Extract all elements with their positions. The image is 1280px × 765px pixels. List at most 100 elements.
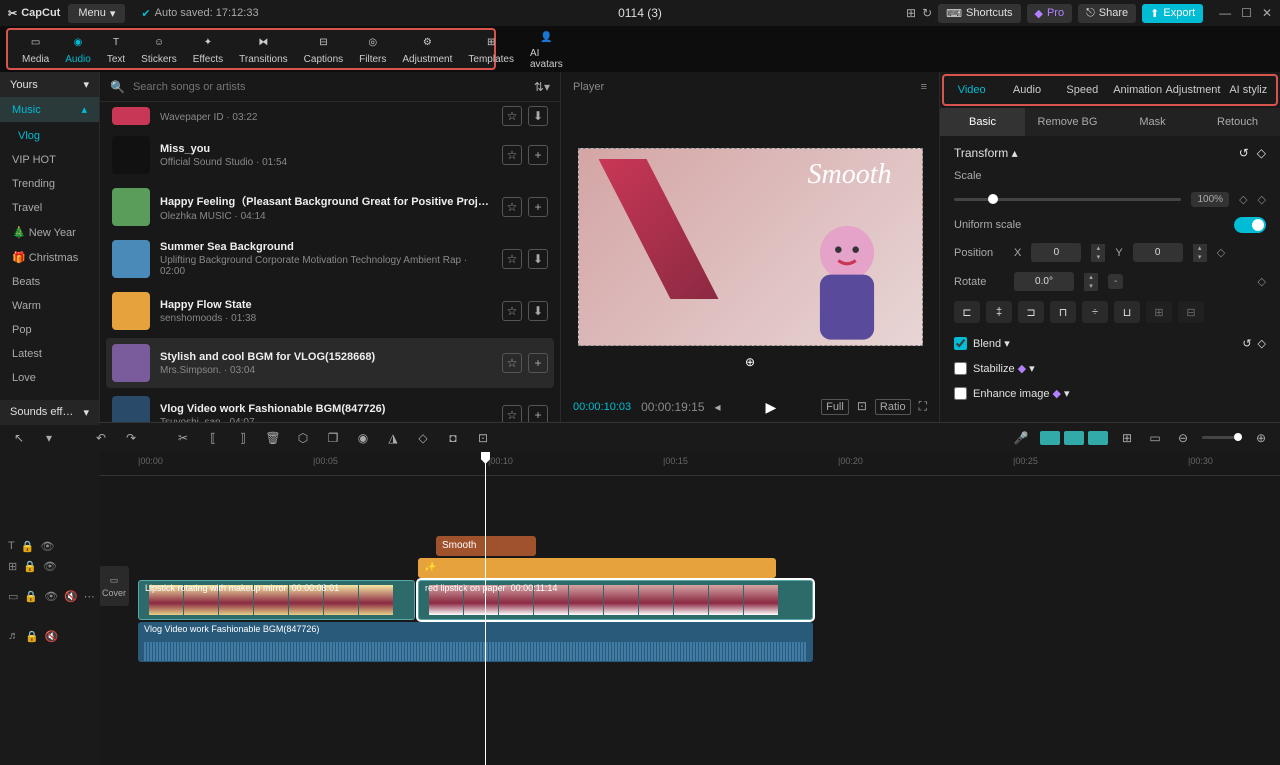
props-subtab-basic[interactable]: Basic — [940, 108, 1025, 136]
cover-button[interactable]: ▭Cover — [100, 566, 129, 606]
trim-right-tool[interactable]: ⟧ — [234, 431, 252, 445]
media-item[interactable]: Miss_youOfficial Sound Studio · 01:54 ☆+ — [106, 130, 554, 180]
position-keyframe-icon[interactable]: ◇ — [1217, 246, 1225, 259]
scale-slider[interactable] — [954, 198, 1181, 201]
align-top-button[interactable]: ⊓ — [1050, 301, 1076, 323]
video-clip-2[interactable]: red lipstick on paper 00:00:11:14 — [418, 580, 813, 620]
yours-header[interactable]: Yours▾ — [0, 72, 99, 97]
category-warm[interactable]: Warm — [0, 294, 99, 318]
enhance-label[interactable]: Enhance image ◆ ▾ — [973, 387, 1070, 400]
props-tab-video[interactable]: Video — [944, 76, 999, 104]
tool-audio[interactable]: ◉Audio — [57, 34, 99, 65]
eye-icon[interactable]: 👁 — [44, 590, 58, 603]
play-button[interactable]: ▶ — [765, 399, 776, 416]
props-tab-audio[interactable]: Audio — [999, 76, 1054, 104]
category-vip-hot[interactable]: VIP HOT — [0, 148, 99, 172]
lock-icon[interactable]: 🔒 — [21, 540, 35, 553]
category-latest[interactable]: Latest — [0, 342, 99, 366]
lock-icon[interactable]: 🔒 — [23, 560, 37, 573]
zoom-out-button[interactable]: ⊖ — [1174, 431, 1192, 445]
magnet-snap-button[interactable] — [1064, 431, 1084, 445]
reset-icon[interactable]: ↺ — [1239, 146, 1249, 160]
props-subtab-retouch[interactable]: Retouch — [1195, 108, 1280, 136]
filter-button[interactable]: ⇅▾ — [534, 80, 550, 94]
audio-track-header[interactable]: ♬ 🔒 🔇 — [0, 616, 100, 656]
eye-icon[interactable]: 👁 — [43, 560, 57, 573]
position-x-input[interactable] — [1031, 243, 1081, 262]
timeline-ruler[interactable]: |00:00|00:05|00:10|00:15|00:20|00:25|00:… — [100, 452, 1280, 476]
favorite-button[interactable]: ☆ — [502, 145, 522, 165]
blend-reset-icon[interactable]: ↺ — [1242, 337, 1251, 350]
lock-icon[interactable]: 🔒 — [25, 630, 39, 643]
playhead[interactable] — [485, 452, 486, 765]
category-vlog[interactable]: Vlog — [0, 124, 99, 148]
tool-effects[interactable]: ✦Effects — [185, 34, 231, 65]
target-icon[interactable]: ⊕ — [745, 355, 755, 369]
share-button[interactable]: ⎋ Share — [1078, 4, 1136, 23]
media-item[interactable]: Happy Flow Statesenshomoods · 01:38 ☆⬇ — [106, 286, 554, 336]
redo-button[interactable]: ↷ — [122, 431, 140, 445]
pointer-dropdown[interactable]: ▾ — [40, 431, 58, 445]
props-subtab-mask[interactable]: Mask — [1110, 108, 1195, 136]
tool-adjustment[interactable]: ⚙Adjustment — [394, 34, 460, 65]
props-tab-ai-styliz[interactable]: AI styliz — [1221, 76, 1276, 104]
props-subtab-remove-bg[interactable]: Remove BG — [1025, 108, 1110, 136]
stabilize-checkbox[interactable] — [954, 362, 967, 375]
zoom-in-button[interactable]: ⊕ — [1252, 431, 1270, 445]
text-track-header[interactable]: T 🔒 👁 — [0, 536, 100, 556]
props-tab-animation[interactable]: Animation — [1110, 76, 1165, 104]
screen-icon[interactable]: ▭ — [1146, 431, 1164, 445]
distribute-v-button[interactable]: ⊟ — [1178, 301, 1204, 323]
undo-button[interactable]: ↶ — [92, 431, 110, 445]
add-button[interactable]: + — [528, 353, 548, 373]
align-bottom-button[interactable]: ⊔ — [1114, 301, 1140, 323]
rotate-keyframe-icon[interactable]: ◇ — [1258, 275, 1266, 288]
favorite-button[interactable]: ☆ — [502, 249, 522, 269]
search-input[interactable] — [133, 81, 526, 93]
mirror-tool[interactable]: ◮ — [384, 431, 402, 445]
rotate-input[interactable] — [1014, 272, 1074, 291]
download-button[interactable]: ⬇ — [528, 106, 548, 126]
align-center-v-button[interactable]: ÷ — [1082, 301, 1108, 323]
align-right-button[interactable]: ⊐ — [1018, 301, 1044, 323]
category-new-year[interactable]: 🎄 New Year — [0, 220, 99, 245]
category-love[interactable]: Love — [0, 366, 99, 390]
marker-tool[interactable]: ⬡ — [294, 431, 312, 445]
distribute-h-button[interactable]: ⊞ — [1146, 301, 1172, 323]
split-tool[interactable]: ✂ — [174, 431, 192, 445]
blend-label[interactable]: Blend ▾ — [973, 337, 1010, 350]
media-item[interactable]: Vlog Video work Fashionable BGM(847726)T… — [106, 390, 554, 422]
x-stepper[interactable]: ▴▾ — [1091, 244, 1105, 262]
crop-icon[interactable]: ⊡ — [857, 399, 867, 415]
maximize-button[interactable]: ☐ — [1241, 6, 1252, 20]
favorite-button[interactable]: ☆ — [502, 197, 522, 217]
category-beats[interactable]: Beats — [0, 270, 99, 294]
pro-button[interactable]: ◆ Pro — [1027, 4, 1073, 23]
history-icon[interactable]: ↻ — [922, 6, 932, 20]
rotate-negate[interactable]: - — [1108, 274, 1123, 289]
tool-ai-avatars[interactable]: 👤AI avatars — [522, 28, 571, 70]
trim-left-tool[interactable]: ⟦ — [204, 431, 222, 445]
video-clip-1[interactable]: Lipstick rotating with makeup mirror 00:… — [138, 580, 415, 620]
position-y-input[interactable] — [1133, 243, 1183, 262]
freeze-tool[interactable]: ⊡ — [474, 431, 492, 445]
mic-icon[interactable]: 🎤 — [1012, 431, 1030, 445]
minimize-button[interactable]: — — [1219, 6, 1231, 20]
align-left-button[interactable]: ⊏ — [954, 301, 980, 323]
rotate-stepper[interactable]: ▴▾ — [1084, 273, 1098, 291]
add-button[interactable]: + — [528, 405, 548, 422]
fullscreen-icon[interactable]: ⛶ — [919, 399, 927, 415]
tool-stickers[interactable]: ☺Stickers — [133, 34, 185, 65]
record-tool[interactable]: ◉ — [354, 431, 372, 445]
magnet-main-button[interactable] — [1040, 431, 1060, 445]
category-travel[interactable]: Travel — [0, 196, 99, 220]
category-trending[interactable]: Trending — [0, 172, 99, 196]
scale-keyframe-icon[interactable]: ◇ — [1258, 193, 1266, 206]
props-tab-adjustment[interactable]: Adjustment — [1165, 76, 1220, 104]
align-center-h-button[interactable]: ‡ — [986, 301, 1012, 323]
mute-icon[interactable]: 🔇 — [64, 590, 78, 603]
effect-clip[interactable]: ✨ — [418, 558, 776, 578]
media-item[interactable]: Stylish and cool BGM for VLOG(1528668)Mr… — [106, 338, 554, 388]
shortcuts-button[interactable]: ⌨ Shortcuts — [938, 4, 1020, 23]
timeline-tracks[interactable]: |00:00|00:05|00:10|00:15|00:20|00:25|00:… — [100, 452, 1280, 765]
